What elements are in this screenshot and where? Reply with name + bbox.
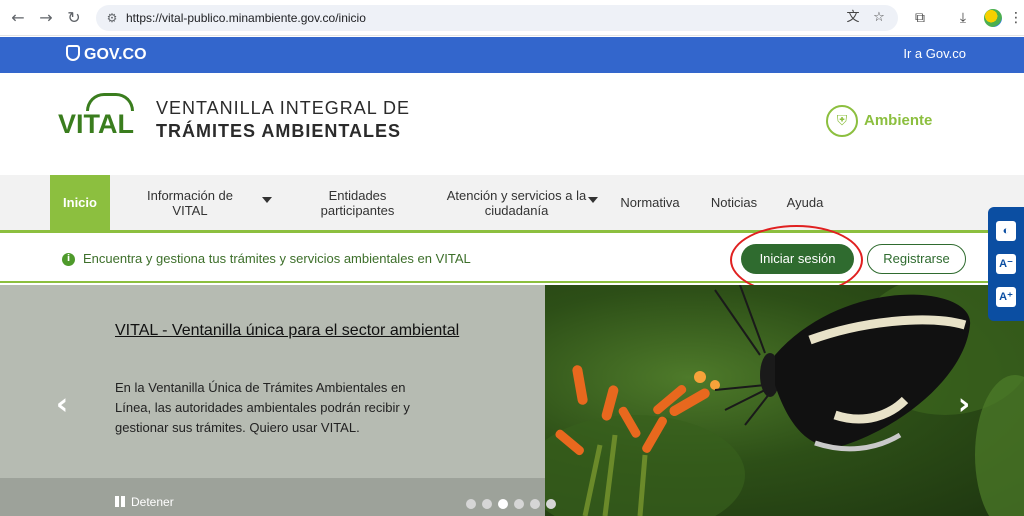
- register-button[interactable]: Registrarse: [867, 244, 966, 274]
- menu-kebab-icon[interactable]: ⋮: [1006, 8, 1024, 28]
- download-icon[interactable]: ⤓: [953, 8, 973, 28]
- nav-item-normativa[interactable]: Normativa: [612, 175, 688, 230]
- hero-carousel: VITAL - Ventanilla única para el sector …: [0, 285, 1024, 516]
- carousel-dot[interactable]: [514, 499, 524, 509]
- site-title-line2: TRÁMITES AMBIENTALES: [156, 121, 401, 141]
- carousel-dot[interactable]: [498, 499, 508, 509]
- slide-controls-strip: [0, 478, 545, 516]
- carousel-stop-button[interactable]: Detener: [115, 495, 174, 509]
- nav-item-entidades[interactable]: Entidades participantes: [305, 175, 410, 230]
- bookmark-star-icon[interactable]: ☆: [870, 9, 888, 27]
- nav-item-noticias[interactable]: Noticias: [703, 175, 765, 230]
- login-button[interactable]: Iniciar sesión: [741, 244, 854, 274]
- slide-title-link[interactable]: VITAL - Ventanilla única para el sector …: [115, 319, 465, 343]
- contrast-icon[interactable]: ◐: [996, 221, 1016, 241]
- forward-icon[interactable]: →: [36, 8, 56, 28]
- accessibility-panel: ◐ A⁻ A⁺: [988, 207, 1024, 321]
- address-bar[interactable]: ⚙ https://vital-publico.minambiente.gov.…: [96, 5, 898, 31]
- extensions-icon[interactable]: ⧉: [910, 8, 930, 28]
- info-bar: i Encuentra y gestiona tus trámites y se…: [0, 236, 1024, 283]
- url-text[interactable]: https://vital-publico.minambiente.gov.co…: [126, 10, 366, 26]
- reload-icon[interactable]: ↻: [64, 8, 84, 28]
- info-icon: i: [62, 253, 75, 266]
- site-title: VENTANILLA INTEGRAL DE TRÁMITES AMBIENTA…: [156, 97, 410, 143]
- main-nav: Inicio Información de VITAL Entidades pa…: [0, 175, 1024, 233]
- slide-butterfly-image: [525, 285, 1024, 516]
- nav-item-atencion[interactable]: Atención y servicios a la ciudadanía: [445, 175, 588, 230]
- stop-label: Detener: [131, 495, 174, 509]
- translate-icon[interactable]: 文: [844, 9, 862, 27]
- nav-item-informacion[interactable]: Información de VITAL: [130, 175, 250, 230]
- gov-bar: GOV.CO Ir a Gov.co: [0, 37, 1024, 73]
- chevron-down-icon[interactable]: [588, 197, 598, 203]
- carousel-dot[interactable]: [546, 499, 556, 509]
- gov-co-logo[interactable]: GOV.CO: [66, 45, 147, 65]
- profile-avatar[interactable]: [984, 9, 1002, 27]
- back-icon[interactable]: ←: [8, 8, 28, 28]
- ministry-name: Ambiente: [864, 112, 933, 129]
- browser-toolbar: ← → ↻ ⚙ https://vital-publico.minambient…: [0, 0, 1024, 36]
- carousel-next-arrow[interactable]: ›: [954, 390, 974, 420]
- info-text: Encuentra y gestiona tus trámites y serv…: [83, 251, 471, 266]
- ir-a-gov-link[interactable]: Ir a Gov.co: [903, 46, 966, 61]
- carousel-dot[interactable]: [530, 499, 540, 509]
- pause-icon: [115, 496, 125, 507]
- vital-logo[interactable]: VITAL: [58, 93, 150, 139]
- gov-seal-icon: [66, 45, 80, 61]
- butterfly-illustration: [525, 285, 1024, 516]
- increase-font-icon[interactable]: A⁺: [996, 287, 1016, 307]
- nav-item-inicio[interactable]: Inicio: [50, 175, 110, 230]
- site-title-line1: VENTANILLA INTEGRAL DE: [156, 98, 411, 118]
- chevron-down-icon[interactable]: [262, 197, 272, 203]
- coat-of-arms-icon: ⛨: [826, 105, 858, 137]
- decrease-font-icon[interactable]: A⁻: [996, 254, 1016, 274]
- slide-description: En la Ventanilla Única de Trámites Ambie…: [115, 380, 410, 435]
- nav-item-ayuda[interactable]: Ayuda: [780, 175, 830, 230]
- carousel-prev-arrow[interactable]: ‹: [52, 390, 72, 420]
- site-header: VITAL VENTANILLA INTEGRAL DE TRÁMITES AM…: [0, 73, 1024, 175]
- gov-co-text: GOV.CO: [84, 46, 147, 63]
- carousel-dot[interactable]: [482, 499, 492, 509]
- carousel-dot[interactable]: [466, 499, 476, 509]
- vital-logo-word: VITAL: [58, 109, 134, 139]
- site-info-icon[interactable]: ⚙: [104, 10, 120, 26]
